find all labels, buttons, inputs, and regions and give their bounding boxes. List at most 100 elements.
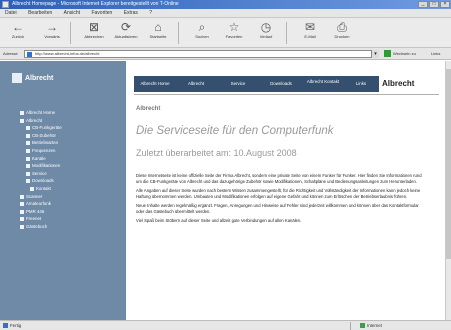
address-bar: Adresse http://www.albrecht-infos.de/alb…	[0, 48, 451, 60]
sidebar-item-label: Frequenzen	[32, 147, 56, 153]
history-label: Verlauf	[259, 34, 273, 39]
refresh-icon: ⟳	[120, 20, 132, 34]
bullet-icon	[20, 118, 24, 123]
mail-button[interactable]: ✉ E-Mail	[296, 20, 324, 46]
bullet-icon	[26, 141, 30, 146]
stop-label: Abbrechen	[84, 34, 104, 39]
stop-icon: ⊠	[88, 20, 100, 34]
status-left-label: Fertig	[10, 323, 22, 328]
sidebar-item-label: Gästebuch	[26, 223, 48, 229]
logo-mark-icon	[12, 73, 22, 84]
forward-button[interactable]: → Vorwärts	[38, 20, 66, 46]
refresh-label: Aktualisieren	[114, 34, 138, 39]
sidebar: Albrecht Albrecht Home Albrecht CB-Funkger…	[0, 61, 126, 320]
stop-button[interactable]: ⊠ Abbrechen	[80, 20, 108, 46]
sidebar-item[interactable]: Amateurfunk	[20, 200, 120, 208]
bullet-icon	[26, 148, 30, 153]
refresh-button[interactable]: ⟳ Aktualisieren	[112, 20, 140, 46]
menu-help[interactable]: ?	[144, 9, 157, 18]
forward-label: Vorwärts	[44, 34, 60, 39]
sidebar-item[interactable]: Service	[20, 170, 120, 178]
search-label: Suchen	[195, 34, 209, 39]
topnav-item-downloads[interactable]: Downloads	[262, 76, 300, 92]
bullet-icon	[20, 111, 24, 115]
sidebar-item[interactable]: Gästebuch	[20, 223, 120, 231]
sidebar-item[interactable]: CB-Zubehör	[20, 132, 120, 140]
intro-text: Diese Internetseite ist keine offizielle…	[136, 173, 428, 228]
status-divider	[350, 322, 351, 330]
favorites-icon: ☆	[228, 20, 240, 34]
sidebar-item[interactable]: PMR 446	[20, 208, 120, 216]
page-content: Albrecht Home Albrecht Service Downloads…	[126, 61, 445, 320]
forward-arrow-icon: →	[46, 20, 58, 34]
menu-view[interactable]: Ansicht	[59, 9, 85, 18]
sidebar-item-label: Modifikationen	[32, 163, 61, 169]
go-button[interactable]: Wechseln zu	[384, 49, 428, 59]
sidebar-item[interactable]: Scanner	[20, 193, 120, 201]
sidebar-item-label: Albrecht Home	[26, 110, 56, 115]
sidebar-item-label: Service	[32, 170, 47, 176]
sidebar-item[interactable]: Downloads	[20, 177, 120, 185]
window-title-bar: Albrecht Homepage - Microsoft Internet E…	[0, 0, 451, 9]
back-button[interactable]: ← Zurück	[4, 20, 32, 46]
status-bar: Fertig Internet	[0, 320, 451, 330]
sidebar-item[interactable]: Kanäle	[20, 155, 120, 163]
go-arrow-icon	[384, 50, 391, 58]
sidebar-item-label: Betriebsarten	[32, 140, 59, 146]
topnav-item-contact[interactable]: Albrecht Kontakt	[306, 76, 340, 92]
maximize-button[interactable]: □	[429, 1, 439, 8]
toolbar: ← Zurück → Vorwärts ⊠ Abbrechen ⟳ Aktual…	[0, 18, 451, 48]
bullet-icon	[26, 133, 30, 138]
history-button[interactable]: ◷ Verlauf	[252, 20, 280, 46]
sidebar-item[interactable]: Kontakt	[20, 185, 120, 193]
address-url: http://www.albrecht-infos.de/albrecht	[35, 51, 100, 56]
home-label: Startseite	[149, 34, 167, 39]
print-button[interactable]: ⎙ Drucken	[328, 20, 356, 46]
topnav-item-service[interactable]: Service	[220, 76, 256, 92]
bullet-icon	[20, 217, 24, 222]
internet-zone-icon	[360, 323, 365, 329]
vertical-scrollbar[interactable]	[445, 61, 451, 320]
links-button[interactable]: Links	[431, 49, 451, 59]
home-button[interactable]: ⌂ Startseite	[144, 20, 172, 46]
topnav-item-home[interactable]: Albrecht Home	[138, 76, 172, 92]
favorites-button[interactable]: ☆ Favoriten	[220, 20, 248, 46]
top-navigation: Albrecht Home Albrecht Service Downloads…	[134, 76, 379, 92]
minimize-button[interactable]: _	[418, 1, 428, 8]
sidebar-item[interactable]: CB-Funkgeräte	[20, 124, 120, 132]
favorites-label: Favoriten	[225, 34, 243, 39]
search-button[interactable]: ⌕ Suchen	[188, 20, 216, 46]
bullet-icon	[20, 194, 24, 199]
sidebar-item[interactable]: Betriebsarten	[20, 139, 120, 147]
address-input[interactable]: http://www.albrecht-infos.de/albrecht	[24, 50, 379, 58]
sidebar-nav: Albrecht Home Albrecht CB-Funkgeräte CB-Zub…	[20, 109, 120, 231]
toolbar-separator	[286, 22, 287, 44]
address-dropdown-button[interactable]: ▾	[371, 50, 379, 58]
bullet-icon	[30, 186, 34, 191]
status-zone-label: Internet	[367, 323, 382, 328]
close-button[interactable]: ×	[440, 1, 450, 8]
sidebar-logo[interactable]: Albrecht	[12, 73, 92, 85]
home-icon: ⌂	[154, 20, 162, 34]
sidebar-item[interactable]: Albrecht Home	[20, 109, 120, 117]
bullet-icon	[26, 171, 30, 176]
sidebar-item[interactable]: Albrecht	[20, 117, 120, 125]
topnav-item-albrecht[interactable]: Albrecht	[178, 76, 214, 92]
menu-file[interactable]: Datei	[0, 9, 22, 18]
sidebar-item[interactable]: Modifikationen	[20, 162, 120, 170]
brand-name: Albrecht	[382, 79, 415, 88]
sidebar-logo-text: Albrecht	[25, 75, 54, 82]
topnav-item-links[interactable]: Links	[346, 76, 376, 92]
back-arrow-icon: ←	[12, 20, 24, 34]
scrollbar-thumb[interactable]	[446, 69, 451, 259]
sidebar-item[interactable]: Freenet	[20, 215, 120, 223]
menu-tools[interactable]: Extras	[119, 9, 143, 18]
menu-edit[interactable]: Bearbeiten	[23, 9, 57, 18]
sidebar-item[interactable]: Frequenzen	[20, 147, 120, 155]
status-text: Fertig	[3, 321, 21, 330]
last-updated: Zuletzt überarbeitet am: 10.August 2008	[136, 148, 297, 158]
print-icon: ⎙	[337, 20, 347, 34]
bullet-icon	[26, 126, 30, 131]
menu-favorites[interactable]: Favoriten	[86, 9, 117, 18]
sidebar-item-label: Amateurfunk	[26, 201, 51, 207]
